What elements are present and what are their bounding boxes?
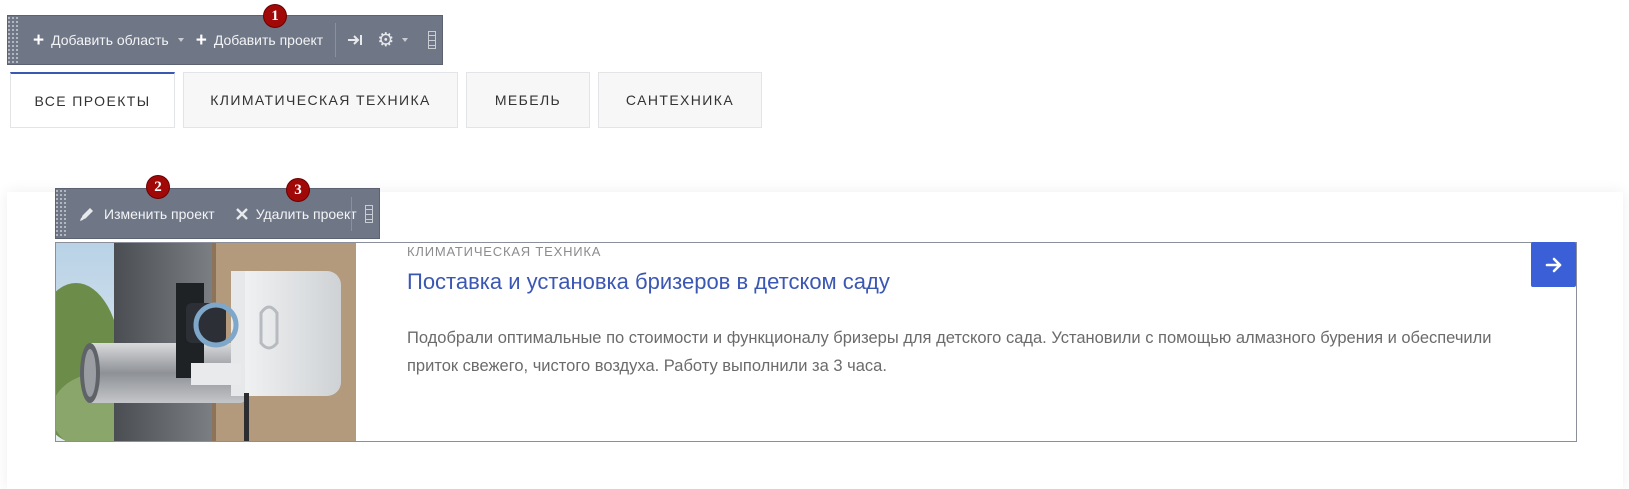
drag-handle-icon[interactable] xyxy=(8,16,20,64)
add-project-button[interactable]: + Добавить проект xyxy=(193,16,333,64)
tab-all-projects[interactable]: ВСЕ ПРОЕКТЫ xyxy=(10,72,175,128)
tab-climate-equipment[interactable]: КЛИМАТИЧЕСКАЯ ТЕХНИКА xyxy=(183,72,458,128)
pin-button[interactable] xyxy=(339,16,371,64)
tab-label: МЕБЕЛЬ xyxy=(494,92,562,108)
breather-illustration xyxy=(56,243,356,441)
plus-icon: + xyxy=(195,29,207,51)
plus-icon: + xyxy=(33,29,45,51)
admin-toolbar: + Добавить область + Добавить проект ⚙ xyxy=(7,15,443,65)
tab-label: САНТЕХНИКА xyxy=(625,92,735,108)
edit-project-label: Изменить проект xyxy=(104,205,215,222)
toolbar-grip-icon[interactable] xyxy=(428,31,436,49)
add-project-label: Добавить проект xyxy=(213,32,324,48)
project-description: Подобрали оптимальные по стоимости и фун… xyxy=(407,329,1492,375)
project-image[interactable] xyxy=(56,243,356,441)
chevron-down-icon[interactable] xyxy=(177,38,184,42)
filter-tabs: ВСЕ ПРОЕКТЫ КЛИМАТИЧЕСКАЯ ТЕХНИКА МЕБЕЛЬ… xyxy=(10,72,762,128)
add-area-label: Добавить область xyxy=(51,32,169,48)
settings-button[interactable]: ⚙ xyxy=(371,16,414,64)
project-card: КЛИМАТИЧЕСКАЯ ТЕХНИКА Поставка и установ… xyxy=(55,242,1577,442)
arrow-right-icon xyxy=(1545,257,1561,272)
marker-badge-1: 1 xyxy=(264,5,286,27)
add-area-button[interactable]: + Добавить область xyxy=(20,16,193,64)
marker-badge-2: 2 xyxy=(147,176,169,198)
project-toolbar: Изменить проект Удалить проект xyxy=(55,188,380,239)
gear-icon: ⚙ xyxy=(377,29,395,51)
marker-badge-3: 3 xyxy=(287,179,309,201)
edit-project-button[interactable]: Изменить проект xyxy=(68,189,224,238)
toolbar-grip-icon[interactable] xyxy=(365,205,373,223)
toolbar-divider xyxy=(335,23,337,57)
tab-label: КЛИМАТИЧЕСКАЯ ТЕХНИКА xyxy=(210,92,431,108)
close-icon xyxy=(235,207,248,220)
pencil-icon xyxy=(80,207,93,221)
pin-icon xyxy=(348,35,363,45)
project-category: КЛИМАТИЧЕСКАЯ ТЕХНИКА xyxy=(407,244,602,259)
tab-furniture[interactable]: МЕБЕЛЬ xyxy=(466,72,590,128)
open-project-button[interactable] xyxy=(1531,242,1576,287)
drag-handle-icon[interactable] xyxy=(56,189,68,238)
toolbar-divider xyxy=(351,196,352,231)
tab-plumbing[interactable]: САНТЕХНИКА xyxy=(598,72,762,128)
tab-label: ВСЕ ПРОЕКТЫ xyxy=(34,92,151,109)
project-title-link[interactable]: Поставка и установка бризеров в детском … xyxy=(407,269,890,295)
delete-project-label: Удалить проект xyxy=(255,205,357,222)
chevron-down-icon[interactable] xyxy=(402,38,409,42)
